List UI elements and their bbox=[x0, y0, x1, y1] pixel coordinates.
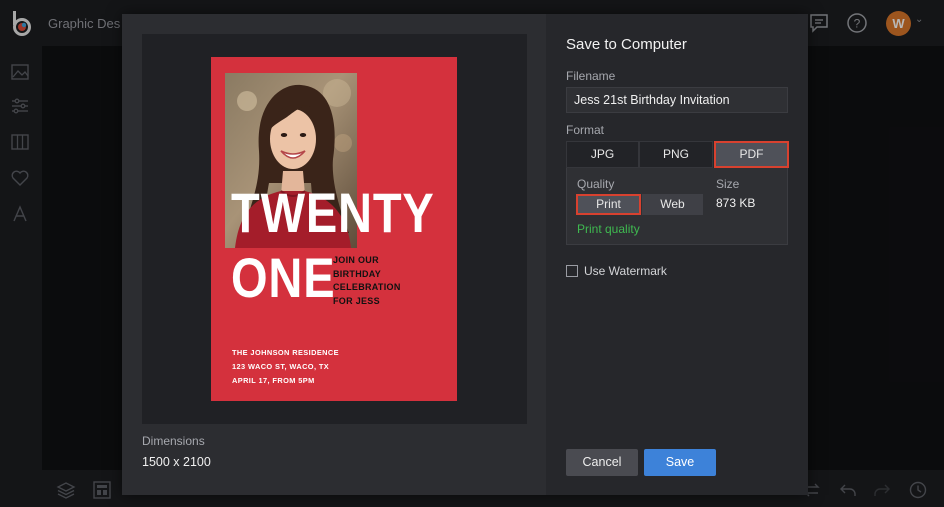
quality-print-button[interactable]: Print bbox=[576, 194, 641, 215]
dimensions-label: Dimensions bbox=[142, 434, 205, 448]
poster-tagline: JOIN OUR BIRTHDAY CELEBRATION FOR JESS bbox=[333, 254, 413, 308]
quality-note: Print quality bbox=[577, 222, 640, 236]
poster-title-line1: TWENTY bbox=[231, 181, 435, 244]
preview-frame: TWENTY ONE JOIN OUR BIRTHDAY CELEBRATION… bbox=[142, 34, 527, 424]
filename-label: Filename bbox=[566, 69, 616, 83]
poster-title-line2: ONE bbox=[231, 246, 336, 309]
watermark-label[interactable]: Use Watermark bbox=[584, 264, 667, 278]
poster-tagline-line: JOIN OUR bbox=[333, 255, 379, 265]
preview-pane: TWENTY ONE JOIN OUR BIRTHDAY CELEBRATION… bbox=[122, 14, 546, 495]
format-pdf-button[interactable]: PDF bbox=[714, 141, 789, 168]
filename-input[interactable] bbox=[566, 87, 788, 113]
poster-tagline-line: CELEBRATION bbox=[333, 282, 401, 292]
poster-address-line: THE JOHNSON RESIDENCE bbox=[232, 348, 339, 357]
watermark-checkbox[interactable] bbox=[566, 265, 578, 277]
poster-address-line: 123 WACO ST, WACO, TX bbox=[232, 362, 330, 371]
format-label: Format bbox=[566, 123, 605, 137]
format-jpg-button[interactable]: JPG bbox=[566, 141, 639, 168]
size-value: 873 KB bbox=[716, 196, 756, 210]
poster-address-line: APRIL 17, FROM 5PM bbox=[232, 376, 315, 385]
dialog-title: Save to Computer bbox=[566, 36, 687, 53]
size-label: Size bbox=[716, 177, 740, 191]
save-to-computer-dialog: TWENTY ONE JOIN OUR BIRTHDAY CELEBRATION… bbox=[122, 14, 808, 495]
quality-panel: Quality Print Web Print quality Size 873… bbox=[566, 168, 788, 245]
format-png-button[interactable]: PNG bbox=[639, 141, 713, 168]
quality-label: Quality bbox=[577, 177, 615, 191]
save-button[interactable]: Save bbox=[644, 449, 716, 476]
cancel-button[interactable]: Cancel bbox=[566, 449, 638, 476]
dimensions-value: 1500 x 2100 bbox=[142, 455, 211, 469]
poster-tagline-line: BIRTHDAY bbox=[333, 268, 382, 279]
settings-pane: Save to Computer Filename Format JPG PNG… bbox=[546, 14, 808, 495]
quality-web-button[interactable]: Web bbox=[642, 194, 703, 215]
poster-tagline-line: FOR JESS bbox=[333, 295, 380, 306]
invitation-preview: TWENTY ONE JOIN OUR BIRTHDAY CELEBRATION… bbox=[211, 57, 457, 401]
